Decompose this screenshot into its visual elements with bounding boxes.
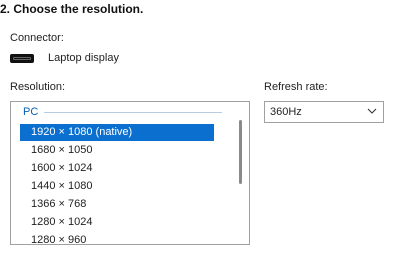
resolution-label: Resolution:	[10, 81, 66, 93]
refresh-rate-value: 360Hz	[270, 106, 302, 118]
chevron-down-icon	[367, 108, 377, 114]
connector-label: Connector:	[10, 32, 64, 44]
connector-row: Laptop display	[10, 52, 119, 64]
list-item[interactable]: 1920 × 1080 (native)	[20, 124, 214, 141]
step-title: 2. Choose the resolution.	[0, 2, 144, 16]
list-scrollbar-thumb[interactable]	[239, 120, 242, 184]
resolution-settings-panel: 2. Choose the resolution. Connector: Lap…	[0, 0, 408, 255]
connector-value: Laptop display	[48, 52, 119, 64]
display-icon	[10, 53, 34, 63]
refresh-rate-dropdown[interactable]: 360Hz	[264, 101, 384, 123]
group-header-divider	[44, 111, 223, 113]
list-item[interactable]: 1680 × 1050	[20, 142, 214, 159]
group-header: PC	[23, 106, 223, 118]
refresh-rate-label: Refresh rate:	[264, 81, 328, 93]
list-item[interactable]: 1600 × 1024	[20, 160, 214, 177]
list-item[interactable]: 1280 × 1024	[20, 214, 214, 231]
list-item[interactable]: 1440 × 1080	[20, 178, 214, 195]
list-item[interactable]: 1280 × 960	[20, 232, 214, 244]
resolution-list[interactable]: PC 1920 × 1080 (native) 1680 × 1050 1600…	[10, 101, 250, 245]
list-item[interactable]: 1366 × 768	[20, 196, 214, 213]
group-header-label: PC	[23, 106, 39, 118]
